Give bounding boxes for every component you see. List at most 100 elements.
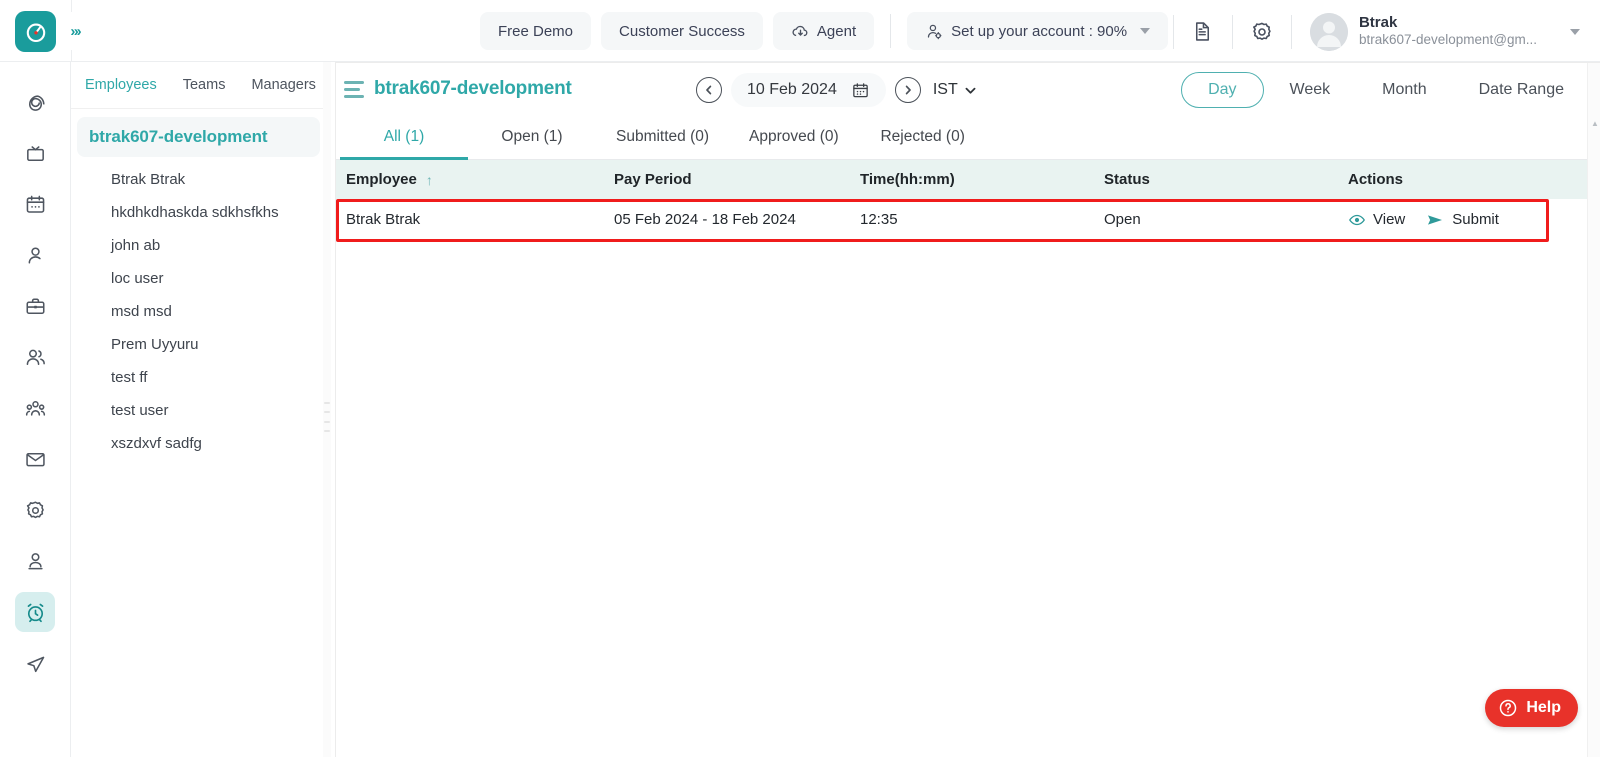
- two-users-icon: [26, 349, 45, 365]
- rail-item-dashboard[interactable]: [15, 82, 55, 122]
- column-header-time[interactable]: Time(hh:mm): [860, 171, 1104, 188]
- view-option-week[interactable]: Week: [1264, 72, 1357, 108]
- date-picker[interactable]: 10 Feb 2024: [731, 73, 886, 107]
- topbar-nav-group: Free Demo Customer Success Agent Set up …: [480, 12, 1169, 50]
- prev-date-button[interactable]: [696, 77, 722, 103]
- employee-list: Btrak Btrak hkdhkdhaskda sdkhsfkhs john …: [71, 159, 326, 460]
- person-badge-icon: [27, 552, 43, 569]
- gear-icon: [26, 500, 44, 518]
- status-tab-rejected[interactable]: Rejected (0): [859, 115, 987, 159]
- customer-success-button[interactable]: Customer Success: [601, 12, 763, 50]
- setup-account-label: Set up your account : 90%: [951, 22, 1128, 40]
- status-tab-approved[interactable]: Approved (0): [729, 115, 859, 159]
- rail-item-briefcase[interactable]: [15, 286, 55, 326]
- avatar: [1309, 12, 1348, 51]
- rail-item-profile[interactable]: [15, 235, 55, 275]
- topbar-right-group: Btrak btrak607-development@gm...: [1167, 11, 1586, 52]
- view-option-month[interactable]: Month: [1356, 72, 1452, 108]
- rail-item-account[interactable]: [15, 541, 55, 581]
- brand-logo[interactable]: [15, 11, 56, 52]
- column-header-actions: Actions: [1348, 171, 1404, 188]
- documents-button[interactable]: [1180, 11, 1226, 52]
- page-title: btrak607-development: [374, 78, 572, 99]
- hamburger-icon[interactable]: [344, 80, 364, 98]
- question-mark-circle-icon: [1500, 699, 1517, 717]
- sidebar-expand-button[interactable]: »›: [56, 12, 94, 50]
- submit-action-label: Submit: [1452, 211, 1499, 228]
- cell-time: 12:35: [860, 211, 898, 228]
- rail-item-mail[interactable]: [15, 439, 55, 479]
- rail-item-projects[interactable]: [15, 133, 55, 173]
- setup-account-button[interactable]: Set up your account : 90%: [907, 12, 1169, 50]
- view-action-button[interactable]: View: [1348, 211, 1405, 229]
- topbar-divider-3: [1231, 14, 1233, 49]
- list-item[interactable]: test user: [71, 394, 326, 427]
- list-item[interactable]: msd msd: [71, 295, 326, 328]
- next-date-button[interactable]: [894, 77, 921, 103]
- column-header-employee[interactable]: Employee ↑: [336, 171, 614, 188]
- top-bar: »› Free Demo Customer Success Agent Set …: [0, 0, 1600, 62]
- alarm-clock-icon: [27, 603, 43, 622]
- rail-item-settings[interactable]: [15, 490, 55, 530]
- list-item[interactable]: test ff: [71, 361, 326, 394]
- scroll-up-arrow-icon[interactable]: ▲: [1591, 119, 1599, 128]
- free-demo-button[interactable]: Free Demo: [480, 12, 592, 50]
- list-item[interactable]: john ab: [71, 229, 326, 262]
- employee-group-header[interactable]: btrak607-development: [77, 117, 320, 157]
- main-header: btrak607-development 10 Feb 2024 IST Day…: [336, 63, 1600, 115]
- list-item[interactable]: Btrak Btrak: [71, 163, 326, 196]
- status-tab-open[interactable]: Open (1): [468, 115, 596, 159]
- rail-item-teams[interactable]: [15, 388, 55, 428]
- calendar-icon[interactable]: [851, 81, 870, 100]
- cell-employee: Btrak Btrak: [346, 211, 421, 228]
- envelope-icon: [25, 452, 45, 466]
- user-gear-icon: [927, 24, 942, 39]
- status-tab-all[interactable]: All (1): [340, 115, 468, 160]
- list-item[interactable]: hkdhkdhaskda sdkhsfkhs: [71, 196, 326, 229]
- submit-action-button[interactable]: Submit: [1425, 210, 1499, 230]
- group-people-icon: [25, 400, 45, 416]
- main-scrollbar[interactable]: ▲: [1587, 63, 1600, 757]
- table-row[interactable]: Btrak Btrak 05 Feb 2024 - 18 Feb 2024 12…: [336, 199, 1600, 240]
- timezone-select[interactable]: IST: [933, 81, 977, 99]
- view-mode-toggle: Day Week Month Date Range: [1181, 72, 1590, 108]
- clock-logo-icon: [26, 23, 45, 42]
- resize-grip-icon: [324, 402, 330, 432]
- user-info: Btrak btrak607-development@gm...: [1359, 14, 1537, 50]
- user-menu[interactable]: Btrak btrak607-development@gm...: [1298, 12, 1586, 51]
- settings-button[interactable]: [1239, 11, 1285, 52]
- view-action-label: View: [1373, 211, 1406, 228]
- send-arrow-icon: [1428, 214, 1443, 225]
- status-tabs: All (1) Open (1) Submitted (0) Approved …: [336, 115, 1600, 160]
- rail-item-users[interactable]: [15, 337, 55, 377]
- agent-label: Agent: [816, 22, 857, 40]
- cell-actions: View Submit: [1348, 210, 1588, 230]
- list-item[interactable]: xszdxvf sadfg: [71, 427, 326, 460]
- view-option-date-range[interactable]: Date Range: [1453, 72, 1590, 108]
- rail-item-send[interactable]: [15, 643, 55, 683]
- double-chevron-right-icon: »›: [70, 22, 81, 40]
- list-item[interactable]: loc user: [71, 262, 326, 295]
- column-header-status[interactable]: Status: [1104, 171, 1348, 188]
- user-icon: [28, 246, 41, 263]
- selected-date: 10 Feb 2024: [747, 81, 837, 98]
- chevron-down-icon[interactable]: [1570, 28, 1580, 35]
- rail-item-calendar[interactable]: [15, 184, 55, 224]
- list-item[interactable]: Prem Uyyuru: [71, 328, 326, 361]
- tab-managers[interactable]: Managers: [249, 74, 317, 96]
- customer-success-label: Customer Success: [619, 22, 745, 40]
- panel-resize-handle[interactable]: [323, 62, 331, 757]
- tab-employees[interactable]: Employees: [83, 74, 159, 96]
- employee-panel-tabs: Employees Teams Managers: [71, 62, 326, 109]
- help-label: Help: [1526, 699, 1561, 716]
- column-header-pay-period[interactable]: Pay Period: [614, 171, 860, 188]
- agent-button[interactable]: Agent: [772, 12, 875, 50]
- rail-item-timesheet[interactable]: [15, 592, 55, 632]
- tab-teams[interactable]: Teams: [181, 74, 228, 96]
- topbar-divider-1: [890, 14, 892, 48]
- sort-ascending-arrow-icon[interactable]: ↑: [426, 172, 433, 188]
- help-button[interactable]: Help: [1485, 689, 1578, 727]
- user-name: Btrak: [1358, 13, 1398, 31]
- status-tab-submitted[interactable]: Submitted (0): [596, 115, 729, 159]
- view-option-day[interactable]: Day: [1181, 72, 1264, 108]
